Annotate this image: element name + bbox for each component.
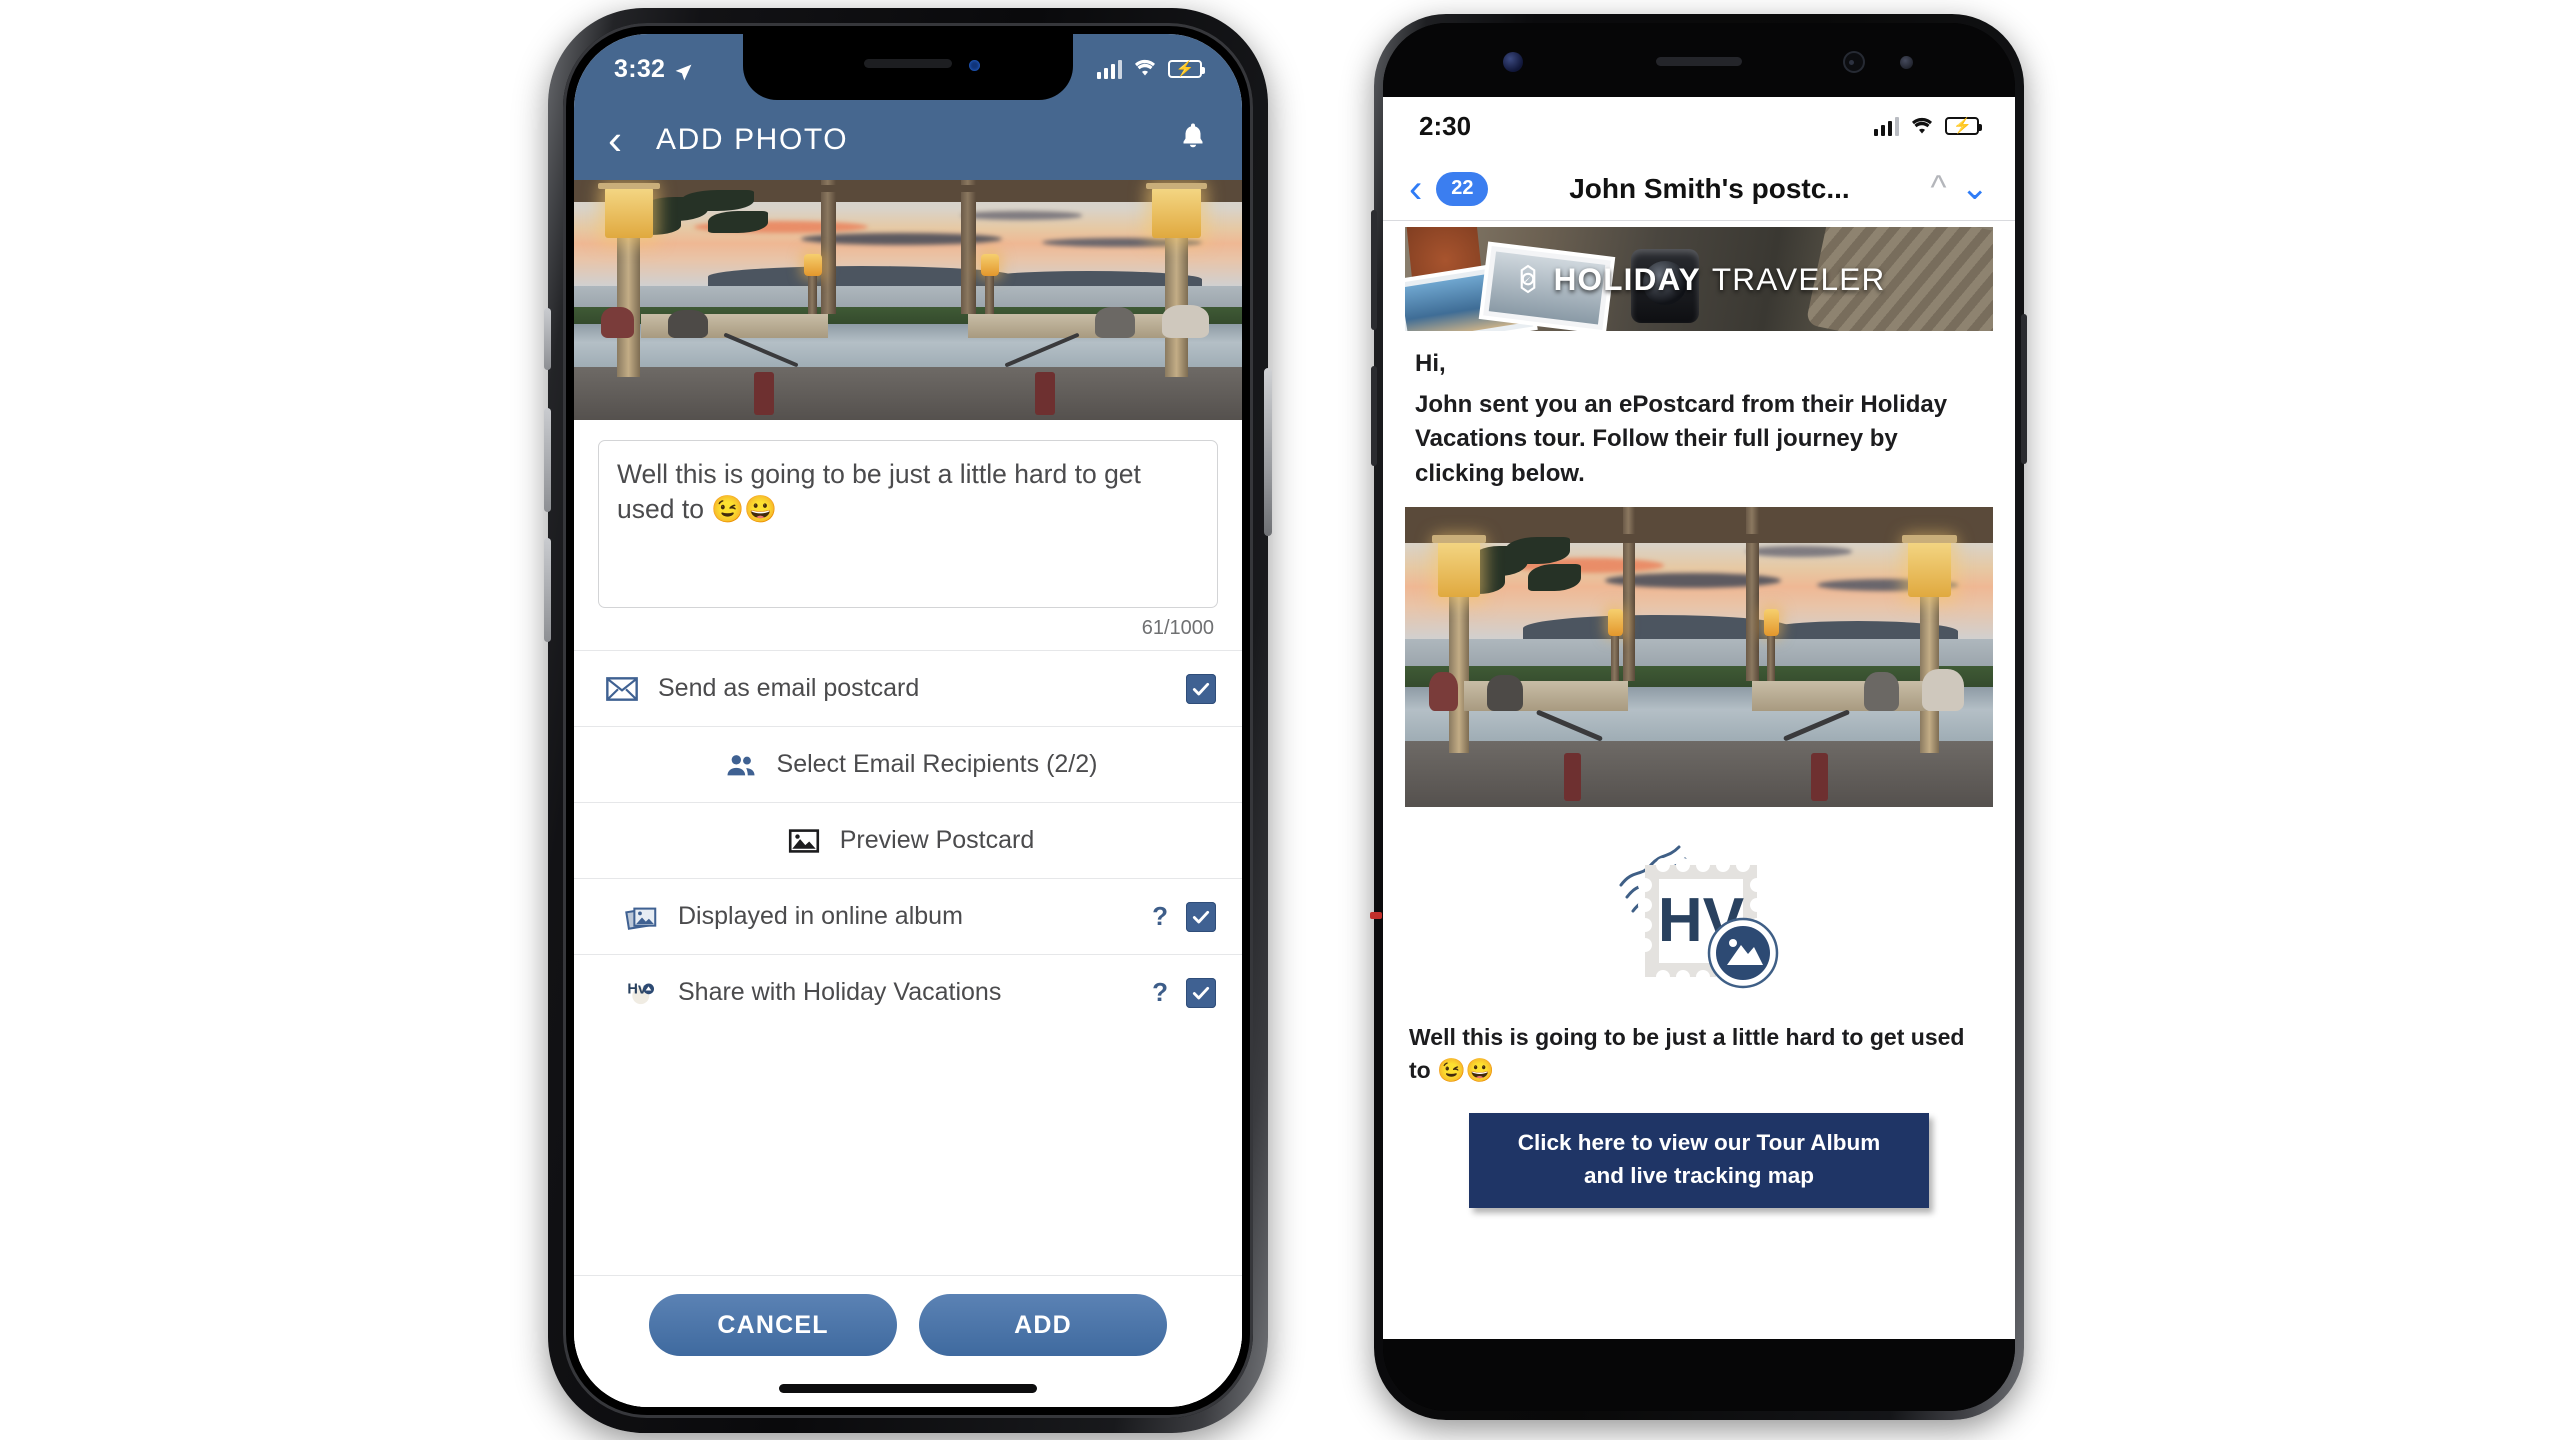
iphone-mute-switch[interactable]: [544, 308, 551, 370]
banner-word-holiday: HOLIDAY: [1553, 260, 1701, 297]
banner-word-traveler: TRAVELER: [1711, 260, 1886, 297]
view-tour-album-button[interactable]: Click here to view our Tour Album and li…: [1469, 1112, 1929, 1208]
cancel-button[interactable]: CANCEL: [649, 1294, 897, 1356]
postage-stamp-icon: HV: [1615, 833, 1783, 1001]
iphone-bezel: 3:32 ⚡ ‹ ADD PHOTO Well this is going to…: [563, 23, 1253, 1418]
option-label: Share with Holiday Vacations: [678, 978, 1002, 1006]
location-arrow-icon: [674, 60, 693, 80]
cta-area: Click here to view our Tour Album and li…: [1383, 1087, 2015, 1208]
photo-scene: [1405, 507, 1993, 808]
mail-header-bar: ‹ 22 John Smith's postc... ^ ⌄: [1383, 157, 2015, 221]
home-indicator[interactable]: [779, 1384, 1037, 1393]
hv-logo-icon: Hv: [620, 979, 664, 1006]
option-preview-postcard[interactable]: Preview Postcard: [574, 802, 1242, 878]
share-holiday-vacations-checkbox[interactable]: [1186, 977, 1216, 1008]
android-bezel: 2:30 ⚡ ‹ 22 John Smith's postc... ^ ⌄ HO…: [1383, 23, 2015, 1411]
people-icon: [719, 752, 763, 778]
holiday-traveler-banner: HOLIDAY TRAVELER: [1405, 227, 1993, 331]
send-as-email-checkbox[interactable]: [1186, 673, 1216, 704]
android-power-button[interactable]: [2021, 314, 2027, 464]
caption-input[interactable]: Well this is going to be just a little h…: [598, 440, 1218, 608]
cellular-bars-icon: [1873, 116, 1899, 136]
help-icon[interactable]: ?: [1152, 977, 1168, 1008]
option-label: Send as email postcard: [658, 674, 920, 702]
screenshot-canvas: 3:32 ⚡ ‹ ADD PHOTO Well this is going to…: [0, 0, 2560, 1440]
chevron-up-icon[interactable]: ^: [1931, 171, 1947, 205]
greeting-text: Hi,: [1415, 350, 1446, 377]
android-top-bezel: [1383, 23, 2015, 97]
android-volume-down-button[interactable]: [1371, 366, 1377, 466]
battery-charging-icon: ⚡: [1168, 60, 1205, 78]
wifi-icon: [1133, 55, 1157, 84]
earpiece-speaker: [864, 59, 952, 68]
caption-area: Well this is going to be just a little h…: [574, 420, 1242, 640]
compass-icon: [1513, 264, 1543, 294]
iphone-device: 3:32 ⚡ ‹ ADD PHOTO Well this is going to…: [544, 8, 1272, 1433]
add-button[interactable]: ADD: [919, 1294, 1167, 1356]
bell-icon[interactable]: [1178, 121, 1208, 159]
earpiece-speaker: [1656, 57, 1742, 66]
page-title: ADD PHOTO: [656, 123, 849, 156]
iris-scanner-icon: [1843, 51, 1865, 73]
iphone-notch: [743, 34, 1073, 100]
android-accent-marker: [1370, 912, 1382, 919]
email-message: Hi, John sent you an ePostcard from thei…: [1383, 331, 2015, 497]
iphone-volume-up-button[interactable]: [544, 408, 551, 512]
message-body-text: John sent you an ePostcard from their Ho…: [1415, 390, 1948, 487]
stamp-logo-area: HV: [1383, 807, 2015, 1011]
wifi-icon: [1910, 111, 1934, 142]
cta-line-2: and live tracking map: [1583, 1163, 1815, 1189]
iphone-screen: 3:32 ⚡ ‹ ADD PHOTO Well this is going to…: [574, 34, 1242, 1407]
status-right-group: ⚡: [1873, 111, 1982, 142]
unread-count-badge[interactable]: 22: [1436, 171, 1489, 206]
back-button[interactable]: ‹: [1409, 169, 1422, 209]
circular-seal-icon: [1707, 917, 1779, 989]
option-share-with-holiday-vacations[interactable]: Hv Share with Holiday Vacations ?: [574, 954, 1242, 1030]
envelope-icon: [600, 676, 644, 701]
android-status-bar: 2:30 ⚡: [1383, 95, 2015, 157]
app-header-bar: ‹ ADD PHOTO: [574, 100, 1242, 180]
proximity-sensor-icon: [1900, 56, 1913, 69]
status-time: 3:32: [614, 54, 666, 83]
image-icon: [782, 828, 826, 854]
option-select-email-recipients[interactable]: Select Email Recipients (2/2): [574, 726, 1242, 802]
character-counter: 61/1000: [1141, 617, 1214, 639]
help-icon[interactable]: ?: [1152, 901, 1168, 932]
android-bottom-bezel: [1383, 1339, 2015, 1411]
android-screen: 2:30 ⚡ ‹ 22 John Smith's postc... ^ ⌄ HO…: [1383, 95, 2015, 1341]
options-list: Send as email postcard Select Email Reci…: [574, 650, 1242, 1030]
cta-line-1: Click here to view our Tour Album: [1517, 1129, 1881, 1155]
option-label: Displayed in online album: [678, 902, 963, 930]
status-left-group: 3:32: [614, 51, 693, 84]
banner-title: HOLIDAY TRAVELER: [1513, 261, 1886, 298]
android-volume-up-button[interactable]: [1371, 210, 1377, 330]
chevron-down-icon[interactable]: ⌄: [1961, 171, 1990, 205]
online-album-checkbox[interactable]: [1186, 901, 1216, 932]
mail-subject-title: John Smith's postc...: [1569, 172, 1850, 204]
email-body: HOLIDAY TRAVELER Hi, John sent you an eP…: [1383, 227, 2015, 1208]
postcard-photo[interactable]: [1405, 507, 1993, 808]
iphone-power-button[interactable]: [1264, 368, 1272, 536]
photo-scene: [574, 180, 1242, 420]
cellular-bars-icon: [1096, 59, 1122, 79]
status-right-group: ⚡: [1096, 51, 1205, 84]
back-button[interactable]: ‹: [608, 119, 622, 161]
option-displayed-in-online-album[interactable]: Displayed in online album ?: [574, 878, 1242, 954]
battery-charging-icon: ⚡: [1945, 117, 1982, 135]
front-camera-icon: [969, 60, 980, 71]
add-photo-sheet: Well this is going to be just a little h…: [574, 420, 1242, 1407]
photo-album-icon: [620, 903, 664, 931]
option-send-as-email-postcard[interactable]: Send as email postcard: [574, 650, 1242, 726]
android-device: 2:30 ⚡ ‹ 22 John Smith's postc... ^ ⌄ HO…: [1370, 14, 2027, 1420]
postcard-caption: Well this is going to be just a little h…: [1409, 1024, 1965, 1083]
selected-photo[interactable]: [574, 180, 1242, 420]
iphone-volume-down-button[interactable]: [544, 538, 551, 642]
status-time: 2:30: [1419, 110, 1472, 141]
option-label: Select Email Recipients (2/2): [776, 750, 1098, 778]
option-label: Preview Postcard: [839, 826, 1035, 854]
front-camera-icon: [1503, 52, 1523, 72]
